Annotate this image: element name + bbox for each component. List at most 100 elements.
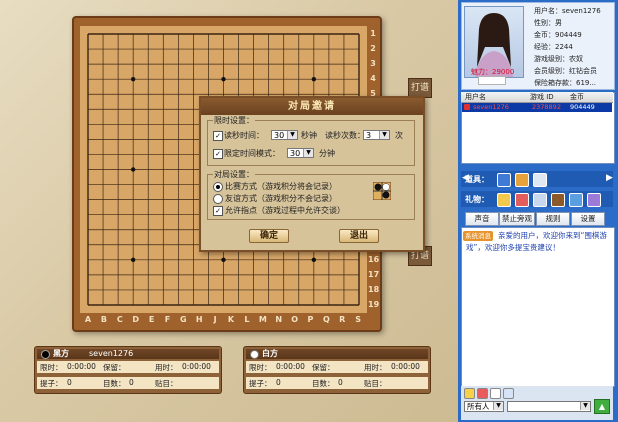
column-label: H [195, 315, 203, 324]
white-captured-label: 提子： [249, 379, 272, 388]
column-label: N [275, 315, 283, 324]
font-icon[interactable] [490, 388, 501, 399]
exp-row: 经验：2244 [534, 43, 573, 51]
black-score-row: 提子： 0 目数： 0 贴目： [37, 377, 219, 389]
star-point [221, 257, 226, 263]
column-label: A [84, 315, 92, 324]
gifts-toolbar: 礼物： [461, 191, 613, 207]
game-level-row: 游戏级别：农奴 [534, 55, 583, 63]
limit-mode-select[interactable]: 30 ▼ [287, 148, 314, 158]
column-label: F [164, 315, 171, 324]
scroll-left-icon[interactable]: ◀ [462, 173, 469, 183]
row-label: 1 [370, 29, 376, 38]
settings-button[interactable]: 设置 [571, 212, 605, 226]
confirm-button[interactable]: 确定 [249, 229, 289, 243]
player-list-header-name[interactable]: 用户名 [465, 92, 486, 102]
gift-ring-icon[interactable] [587, 193, 601, 207]
ranked-mode-radio[interactable] [213, 182, 223, 192]
read-count-label: 读秒次数： [325, 131, 365, 140]
limit-mode-label: 限定时间模式： [224, 149, 280, 158]
rules-button[interactable]: 规则 [536, 212, 570, 226]
column-label: E [148, 315, 155, 324]
chat-target-select[interactable]: 所有人 ▼ [464, 401, 504, 412]
ranked-mode-label: 比赛方式（游戏积分将会记录） [225, 182, 337, 191]
gift-heart-icon[interactable] [515, 193, 529, 207]
exit-button[interactable]: 退出 [339, 229, 379, 243]
white-player-header: 白方 [246, 349, 428, 359]
star-point [130, 76, 136, 82]
star-point [221, 76, 226, 82]
white-player-panel: 白方 限时： 0:00:00 保留： 用时： 0:00:00 提子： 0 目数：… [243, 346, 431, 394]
row-label: 19 [368, 300, 380, 309]
black-player-title: 黑方 [53, 349, 69, 358]
block-watchers-button[interactable]: 禁止旁观 [499, 212, 535, 226]
read-count-select[interactable]: 3 ▼ [363, 130, 390, 140]
row-label: 3 [370, 59, 376, 69]
scroll-right-icon[interactable]: ▶ [606, 173, 613, 183]
friendly-mode-label: 友谊方式（游戏积分不会记录） [225, 194, 337, 203]
white-keep-label: 保留： [312, 363, 335, 372]
read-count-unit: 次 [395, 131, 403, 140]
black-captured-label: 提子： [40, 379, 63, 388]
black-time-row: 限时： 0:00:00 保留： 用时： 0:00:00 [37, 361, 219, 373]
read-time-label: 读秒时间： [224, 131, 264, 140]
black-stone-icon [41, 350, 50, 359]
star-point [311, 257, 317, 263]
column-label: R [339, 315, 346, 324]
white-captured-value: 0 [276, 378, 281, 387]
gender-row: 性别：男 [534, 19, 562, 27]
speaker-small-icon[interactable] [503, 388, 514, 399]
chevron-down-icon: ▼ [303, 149, 313, 157]
chevron-down-icon: ▼ [580, 402, 590, 410]
gift-box-icon[interactable] [533, 173, 547, 187]
dialog-title: 对局邀请 [201, 98, 423, 115]
chat-message-input[interactable]: ▼ [507, 401, 591, 412]
column-label: K [227, 315, 235, 324]
gift-car-icon[interactable] [569, 193, 583, 207]
read-time-checkbox[interactable]: ✓ [213, 131, 223, 141]
send-button[interactable]: ▲ [594, 399, 610, 414]
item-icon[interactable] [515, 173, 529, 187]
player-list-header-id[interactable]: 游戏 ID [530, 92, 554, 102]
black-keep-label: 保留： [103, 363, 126, 372]
black-used-value: 0:00:00 [182, 362, 211, 371]
gift-flower-icon[interactable] [497, 193, 511, 207]
tab-record-top[interactable]: 打谱 [408, 78, 432, 98]
column-label: Q [322, 315, 330, 324]
speaker-icon[interactable] [497, 173, 511, 187]
sound-button[interactable]: 声音 [465, 212, 499, 226]
allow-hints-checkbox[interactable]: ✓ [213, 206, 223, 216]
black-player-header: 黑方 seven1276 [37, 349, 219, 359]
color-icon[interactable] [477, 388, 488, 399]
black-used-label: 用时： [155, 363, 178, 372]
column-label: O [291, 315, 298, 324]
player-id-cell: 2378892 [532, 103, 561, 111]
column-label: D [132, 315, 139, 324]
gift-egg-icon[interactable] [533, 193, 547, 207]
username-row: 用户名：seven1276 [534, 7, 601, 15]
gifts-label: 礼物： [465, 195, 489, 204]
read-time-select[interactable]: 30 ▼ [271, 130, 298, 140]
white-stone-icon [250, 350, 259, 359]
black-moves-value: 0 [129, 378, 134, 387]
white-moves-value: 0 [338, 378, 343, 387]
player-gold-cell: 904449 [570, 103, 595, 111]
stone-preview-icon [373, 182, 391, 200]
limit-mode-checkbox[interactable]: ✓ [213, 149, 223, 159]
white-used-value: 0:00:00 [391, 362, 420, 371]
friendly-mode-radio[interactable] [213, 194, 223, 204]
chevron-down-icon: ▼ [493, 402, 503, 410]
white-moves-label: 目数： [312, 379, 335, 388]
player-list-header-gold[interactable]: 金币 [570, 92, 584, 102]
emoji-icon[interactable] [464, 388, 475, 399]
allow-hints-label: 允许指点（游戏过程中允许交谈） [225, 206, 345, 215]
black-limit-value: 0:00:00 [67, 362, 96, 371]
gift-cake-icon[interactable] [551, 193, 565, 207]
table-row[interactable]: seven1276 2378892 904449 [462, 103, 612, 112]
row-label: 17 [368, 269, 380, 279]
limit-mode-unit: 分钟 [319, 149, 335, 158]
black-limit-label: 限时： [40, 363, 63, 372]
column-label: J [213, 315, 217, 324]
white-score-row: 提子： 0 目数： 0 贴目： [246, 377, 428, 389]
column-label: M [258, 315, 267, 324]
